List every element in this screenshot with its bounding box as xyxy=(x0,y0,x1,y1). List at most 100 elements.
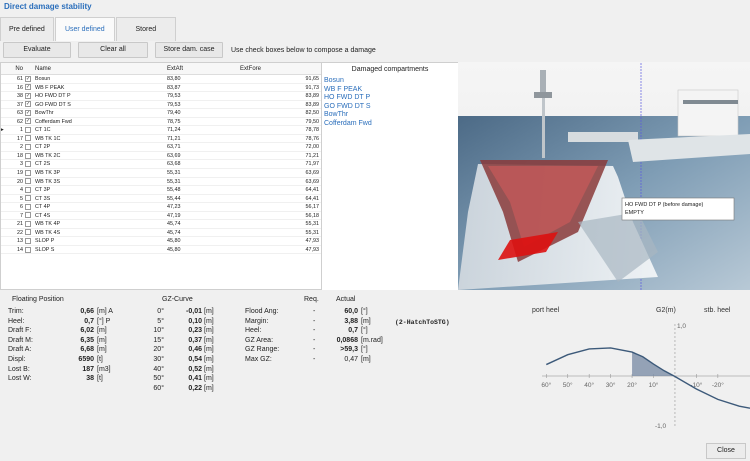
gz-angle: 30° xyxy=(153,356,164,363)
close-button[interactable]: Close xyxy=(706,443,746,459)
tab-pre-defined[interactable]: Pre defined xyxy=(0,17,54,41)
row-checkbox[interactable]: ✓ xyxy=(25,92,31,99)
toolbar: Evaluate Clear all Store dam. case Use c… xyxy=(0,40,460,60)
gz-angle: 10° xyxy=(153,327,164,335)
row-checkbox[interactable]: ✓ xyxy=(25,75,31,82)
row-checkbox[interactable] xyxy=(25,237,31,244)
table-row[interactable]: 61 ✓ Bosun 83,80 91,65 xyxy=(1,75,321,84)
floating-unit: [m3] xyxy=(97,365,111,373)
grid-rows: 61 ✓ Bosun 83,80 91,65 16 ✓ WB F PEAK 83,87 91,73… xyxy=(1,75,321,255)
table-row[interactable]: 16 ✓ WB F PEAK 83,87 91,73 xyxy=(1,84,321,93)
row-checkbox[interactable] xyxy=(25,186,31,193)
table-row[interactable]: 13 SLOP P 45,80 47,93 xyxy=(1,237,321,246)
row-checkbox[interactable] xyxy=(25,195,31,202)
floating-value: 187 xyxy=(82,365,94,373)
table-row[interactable]: 17 WB TK 1C 71,21 78,76 xyxy=(1,135,321,144)
row-checkbox[interactable] xyxy=(25,212,31,219)
row-no: 13 xyxy=(17,238,23,245)
row-extfore: 78,76 xyxy=(305,135,320,142)
table-row[interactable]: 62 ✓ Cofferdam Fwd 78,75 79,50 xyxy=(1,118,321,127)
clear-all-button[interactable]: Clear all xyxy=(78,42,148,58)
store-damage-case-button[interactable]: Store dam. case xyxy=(155,42,223,58)
row-checkbox[interactable] xyxy=(25,161,31,168)
row-checkbox[interactable]: ✓ xyxy=(25,101,31,108)
row-name: WB TK 4P xyxy=(35,221,61,228)
row-extfore: 72,00 xyxy=(305,144,320,151)
gz-value: 0,37 xyxy=(188,336,202,344)
damaged-compartments-list: Bosun WB F PEAK HO FWD DT P GO FWD DT S BowT… xyxy=(322,77,458,129)
tooltip-line-2: EMPTY xyxy=(625,210,644,216)
damaged-compartments-panel: Damaged compartments Bosun WB F PEAK HO FW… xyxy=(322,62,458,290)
row-extaft: 78,75 xyxy=(167,118,181,125)
row-extfore: 47,93 xyxy=(305,246,320,253)
table-row[interactable]: 38 ✓ HO FWD DT P 79,53 83,89 xyxy=(1,92,321,101)
table-row[interactable]: 5 CT 3S 55,44 64,41 xyxy=(1,195,321,204)
damaged-compartment-item[interactable]: Cofferdam Fwd xyxy=(322,120,458,129)
ship-3d-view[interactable]: HO FWD DT P (before damage) EMPTY xyxy=(458,62,750,290)
row-extaft: 63,69 xyxy=(167,152,181,159)
row-checkbox[interactable] xyxy=(25,143,31,150)
row-marker xyxy=(1,195,9,203)
table-row[interactable]: 37 ✓ GO FWD DT S 79,53 83,89 xyxy=(1,101,321,110)
superstructure xyxy=(677,89,739,137)
table-row[interactable]: 63 ✓ BowThr 79,40 82,50 xyxy=(1,109,321,118)
row-extaft: 79,53 xyxy=(167,93,181,100)
floating-value: 0,66 xyxy=(80,308,94,315)
row-marker xyxy=(1,118,9,126)
damaged-compartment-item[interactable]: GO FWD DT S xyxy=(322,103,458,112)
table-row[interactable]: ▸ 1 CT 1C 71,24 78,78 xyxy=(1,126,321,135)
evaluate-button[interactable]: Evaluate xyxy=(3,42,71,58)
header-name[interactable]: Name xyxy=(32,63,165,74)
row-checkbox[interactable] xyxy=(25,135,31,142)
row-checkbox[interactable] xyxy=(25,203,31,210)
damaged-compartments-title: Damaged compartments xyxy=(351,66,429,73)
table-row[interactable]: 7 CT 4S 47,19 56,18 xyxy=(1,212,321,221)
gz-chart: port heel G2(m) stb. heel 60° 50° 40° 30° 20… xyxy=(460,296,750,444)
table-row[interactable]: 18 WB TK 2C 63,69 71,21 xyxy=(1,152,321,161)
table-row[interactable]: 20 WB TK 3S 55,31 63,69 xyxy=(1,178,321,187)
row-checkbox[interactable] xyxy=(25,246,31,253)
table-row[interactable]: 14 SLOP S 45,80 47,93 xyxy=(1,246,321,255)
header-extfore[interactable]: ExtFore xyxy=(238,63,321,74)
row-checkbox[interactable] xyxy=(25,169,31,176)
table-row[interactable]: 22 WB TK 4S 45,74 55,31 xyxy=(1,229,321,238)
floating-label: Draft F: xyxy=(8,327,32,335)
row-extaft: 55,31 xyxy=(167,178,181,185)
gz-axis-label: G2(m) xyxy=(656,307,676,314)
row-checkbox[interactable]: ✓ xyxy=(25,118,31,125)
row-extfore: 91,73 xyxy=(305,84,320,91)
row-extfore: 56,18 xyxy=(305,212,320,219)
row-checkbox[interactable] xyxy=(25,152,31,159)
table-row[interactable]: 21 WB TK 4P 45,74 55,31 xyxy=(1,220,321,229)
row-marker xyxy=(1,152,9,160)
damaged-compartment-item[interactable]: WB F PEAK xyxy=(322,86,458,95)
tab-user-defined[interactable]: User defined xyxy=(54,17,115,41)
damaged-compartment-item[interactable]: HO FWD DT P xyxy=(322,94,458,103)
damaged-compartment-item[interactable]: BowThr xyxy=(322,111,458,120)
table-row[interactable]: 3 CT 2S 63,68 71,97 xyxy=(1,160,321,170)
row-checkbox[interactable] xyxy=(25,178,31,185)
damaged-compartment-item[interactable]: Bosun xyxy=(322,77,458,86)
row-no: 14 xyxy=(17,246,23,253)
row-name: SLOP P xyxy=(35,238,55,245)
table-row[interactable]: 2 CT 2P 63,71 72,00 xyxy=(1,143,321,152)
gz-unit: [m] xyxy=(204,356,214,363)
table-row[interactable]: 4 CT 3P 55,48 64,41 xyxy=(1,186,321,195)
header-extaft[interactable]: ExtAft xyxy=(165,63,238,74)
row-checkbox[interactable] xyxy=(25,220,31,227)
table-row[interactable]: 19 WB TK 3P 55,31 63,69 xyxy=(1,169,321,178)
row-name: CT 2S xyxy=(35,161,51,168)
row-checkbox[interactable]: ✓ xyxy=(25,84,31,91)
tab-stored[interactable]: Stored xyxy=(115,17,176,41)
table-row[interactable]: 6 CT 4P 47,23 56,17 xyxy=(1,203,321,212)
row-checkbox[interactable]: ✓ xyxy=(25,109,31,116)
row-no: 37 xyxy=(17,101,23,108)
gz-value: -0,01 xyxy=(186,308,202,315)
row-name: CT 4S xyxy=(35,212,51,219)
row-marker xyxy=(1,229,9,237)
row-checkbox[interactable] xyxy=(25,229,31,236)
gz-unit: [m] xyxy=(204,375,214,383)
row-extaft: 79,53 xyxy=(167,101,181,108)
row-checkbox[interactable] xyxy=(25,126,31,133)
header-no[interactable]: No xyxy=(9,63,25,74)
